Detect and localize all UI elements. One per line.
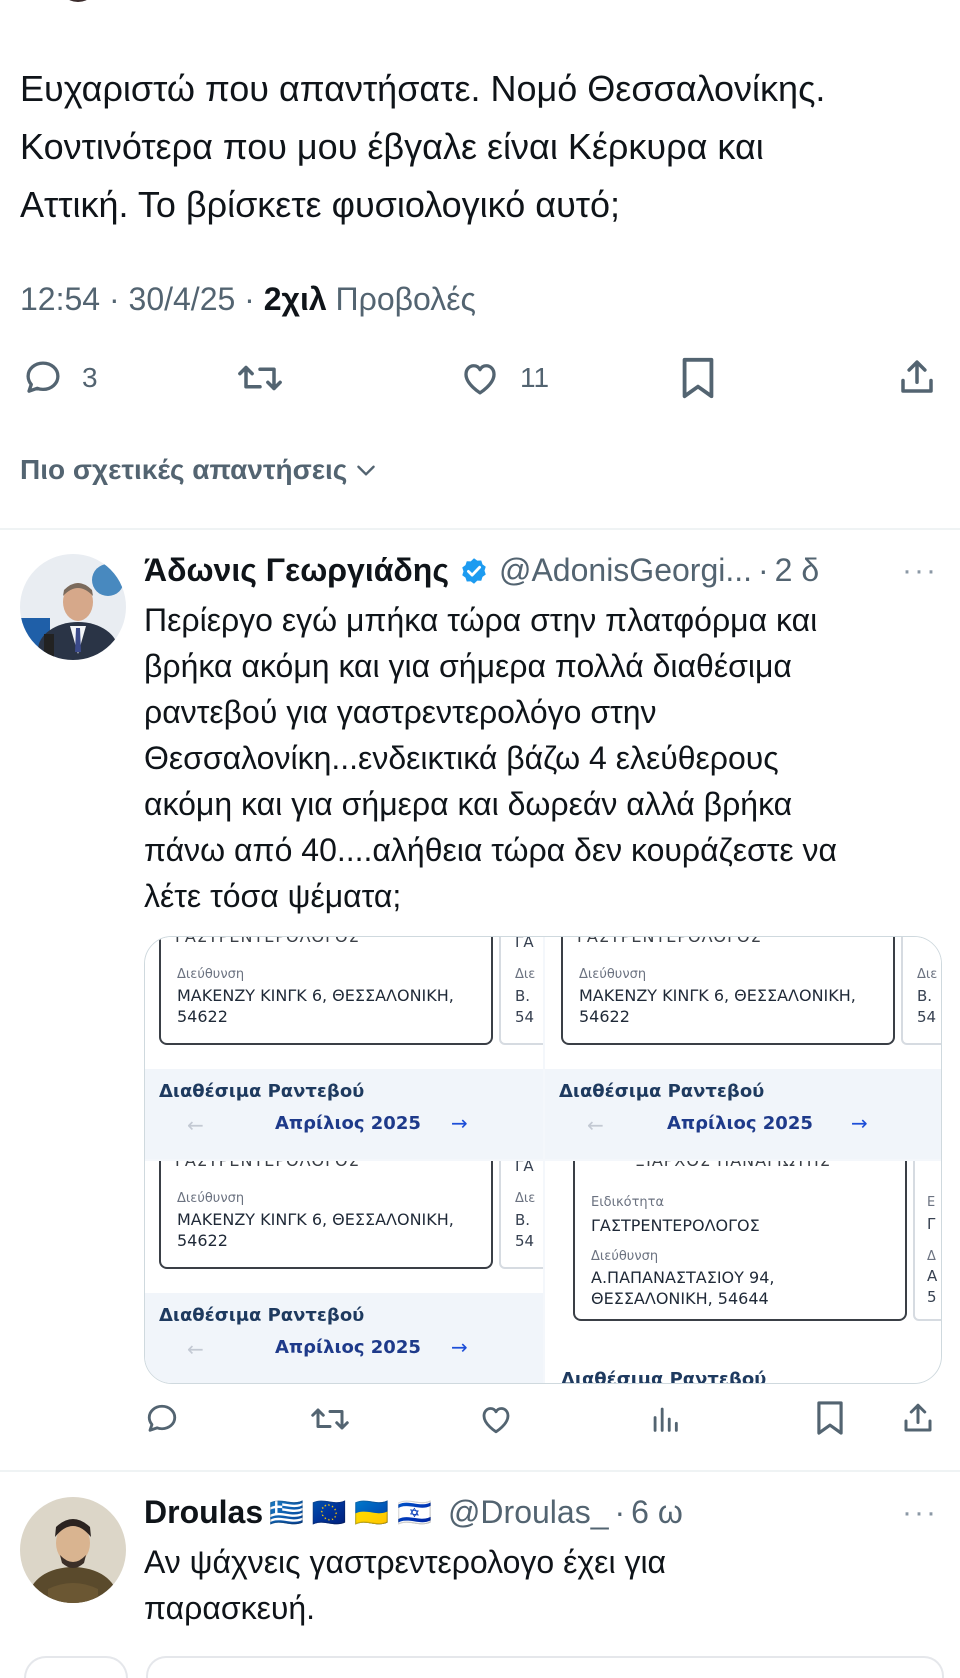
chevron-down-icon xyxy=(357,465,376,476)
arrow-right-icon: → xyxy=(851,1111,868,1135)
share-icon xyxy=(904,1403,932,1432)
tweet-text: Ευχαριστώ που απαντήσατε. Νομό Θεσσαλονί… xyxy=(20,60,940,234)
avatar-photo xyxy=(20,1497,126,1603)
reply-text-line: Θεσσαλονίκη...ενδεικτικά βάζω 4 ελεύθερο… xyxy=(144,740,779,776)
share-button[interactable] xyxy=(896,355,938,399)
user-handle[interactable]: @Droulas_ xyxy=(448,1494,609,1531)
screenshot-image[interactable]: ΓΑΣΤΡΕΝΤΕΡΟΛΟΓΟΣ Διεύθυνση ΜΑΚΕΝΖΥ ΚΙΝΓΚ… xyxy=(545,937,941,1159)
doctor-card: ΞΙΑΡΧΟΣ ΠΑΝΑΓΙΩΤΗΣ Ειδικότητα ΓΑΣΤΡΕΝΤΕΡ… xyxy=(573,1161,907,1321)
previous-avatar-edge xyxy=(58,0,98,2)
heart-icon xyxy=(482,1407,510,1434)
bookmark-button[interactable] xyxy=(678,355,718,401)
like-count: 11 xyxy=(520,362,550,393)
reply-icon xyxy=(147,1404,177,1432)
reply-text-line: ακόμη και για σήμερα και δωρεάν αλλά βρή… xyxy=(144,786,793,822)
like-button[interactable]: 11 xyxy=(458,357,549,399)
next-reply-edge xyxy=(146,1656,944,1678)
retweet-button[interactable] xyxy=(308,1401,352,1437)
doctor-card-peek: Διε Β. 54 xyxy=(901,937,941,1045)
reply-text: Αν ψάχνεις γαστρεντερολογο έχει για παρα… xyxy=(144,1539,666,1631)
reply-text-line: λέτε τόσα ψέματα; xyxy=(144,878,402,914)
doctor-card-peek: Ε Γ Δ Α 5 xyxy=(913,1161,941,1321)
reply-header: Άδωνις Γεωργιάδης @AdonisGeorgi... · 2 δ xyxy=(144,552,819,589)
screenshot-image[interactable]: ΓΑΣΤΡΕΝΤΕΡΟΛΟΓΟΣ Διεύθυνση ΜΑΚΕΝΖΥ ΚΙΝΓΚ… xyxy=(145,1161,543,1383)
reply-text: Περίεργο εγώ μπήκα τώρα στην πλατφόρμα κ… xyxy=(144,597,837,919)
screenshot-image[interactable]: ΓΑΣΤΡΕΝΤΕΡΟΛΟΓΟΣ Διεύθυνση ΜΑΚΕΝΖΥ ΚΙΝΓΚ… xyxy=(145,937,543,1159)
avatar[interactable] xyxy=(20,1497,126,1603)
user-handle[interactable]: @AdonisGeorgi... xyxy=(499,552,752,589)
views-button[interactable] xyxy=(648,1401,682,1437)
dot-separator: · xyxy=(614,1494,626,1530)
share-icon xyxy=(901,360,933,393)
tweet-action-bar: 3 11 xyxy=(0,355,960,405)
dot-separator: · xyxy=(758,552,769,588)
reply-text-line: βρήκα ακόμη και για σήμερα πολλά διαθέσι… xyxy=(144,648,792,684)
tweet-text-line: Ευχαριστώ που απαντήσατε. Νομό Θεσσαλονί… xyxy=(20,68,826,109)
avatar[interactable] xyxy=(20,554,126,660)
section-divider xyxy=(0,1470,960,1472)
retweet-icon xyxy=(238,365,282,391)
reply-button[interactable] xyxy=(144,1401,180,1437)
retweet-button[interactable] xyxy=(234,357,286,399)
reply-text-line: Περίεργο εγώ μπήκα τώρα στην πλατφόρμα κ… xyxy=(144,602,818,638)
section-divider xyxy=(0,528,960,530)
flag-emojis: 🇬🇷 🇪🇺 🇺🇦 🇮🇱 xyxy=(269,1497,432,1528)
views-label: Προβολές xyxy=(335,281,476,317)
arrow-left-icon: ← xyxy=(587,1113,604,1137)
display-name[interactable]: Άδωνις Γεωργιάδης xyxy=(144,552,449,589)
reply-time[interactable]: 2 δ xyxy=(775,552,820,589)
display-name[interactable]: Droulas xyxy=(144,1494,263,1531)
share-button[interactable] xyxy=(900,1399,936,1437)
relevant-replies-label: Πιο σχετικές απαντήσεις xyxy=(20,454,348,485)
reply-button[interactable]: 3 xyxy=(22,357,98,399)
tweet-date[interactable]: 30/4/25 xyxy=(129,281,236,317)
reply-text-line: παρασκευή. xyxy=(144,1590,316,1626)
analytics-icon xyxy=(653,1407,678,1432)
reply-action-bar xyxy=(0,1399,960,1443)
doctor-card-peek: ΓΑ Διε Β. 54 xyxy=(499,937,543,1045)
doctor-card-peek: ΓΑ Διε Β. 54 xyxy=(499,1161,543,1269)
arrow-right-icon: → xyxy=(451,1335,468,1359)
like-button[interactable] xyxy=(478,1401,514,1437)
tweet-text-line: Αττική. Το βρίσκετε φυσιολογικό αυτό; xyxy=(20,184,620,225)
reply-time[interactable]: 6 ω xyxy=(631,1494,683,1531)
reply-text-line: Αν ψάχνεις γαστρεντερολογο έχει για xyxy=(144,1544,667,1580)
bookmark-button[interactable] xyxy=(814,1399,846,1437)
views-count: 2χιλ xyxy=(263,281,327,317)
reply-icon xyxy=(26,361,60,393)
relevant-replies-toggle[interactable]: Πιο σχετικές απαντήσεις xyxy=(20,454,379,486)
avatar-photo xyxy=(20,554,126,660)
reply-text-line: πάνω από 40....αλήθεια τώρα δεν κουράζεσ… xyxy=(144,832,838,868)
verified-badge-icon xyxy=(462,557,486,584)
bookmark-icon xyxy=(682,357,714,399)
more-options-icon[interactable]: ··· xyxy=(902,554,938,588)
arrow-right-icon: → xyxy=(451,1111,468,1135)
tweet-text-line: Κοντινότερα που μου έβγαλε είναι Κέρκυρα… xyxy=(20,126,764,167)
media-grid[interactable]: ΓΑΣΤΡΕΝΤΕΡΟΛΟΓΟΣ Διεύθυνση ΜΑΚΕΝΖΥ ΚΙΝΓΚ… xyxy=(144,936,942,1384)
reply-count: 3 xyxy=(82,362,98,393)
doctor-card: ΓΑΣΤΡΕΝΤΕΡΟΛΟΓΟΣ Διεύθυνση ΜΑΚΕΝΖΥ ΚΙΝΓΚ… xyxy=(159,937,493,1045)
heart-icon xyxy=(464,364,496,395)
tweet-meta: 12:54 · 30/4/25 · 2χιλ Προβολές xyxy=(20,281,476,317)
more-options-icon[interactable]: ··· xyxy=(902,1496,938,1530)
reply-text-line: ραντεβού για γαστρεντερολόγο στην xyxy=(144,694,657,730)
reply-header: Droulas 🇬🇷 🇪🇺 🇺🇦 🇮🇱 @Droulas_ · 6 ω xyxy=(144,1494,683,1531)
next-avatar-edge xyxy=(24,1656,128,1678)
arrow-left-icon: ← xyxy=(187,1113,204,1137)
screenshot-image[interactable]: ΞΙΑΡΧΟΣ ΠΑΝΑΓΙΩΤΗΣ Ειδικότητα ΓΑΣΤΡΕΝΤΕΡ… xyxy=(545,1161,941,1383)
doctor-card: ΓΑΣΤΡΕΝΤΕΡΟΛΟΓΟΣ Διεύθυνση ΜΑΚΕΝΖΥ ΚΙΝΓΚ… xyxy=(561,937,895,1045)
bookmark-icon xyxy=(817,1401,843,1435)
arrow-left-icon: ← xyxy=(187,1337,204,1361)
doctor-card: ΓΑΣΤΡΕΝΤΕΡΟΛΟΓΟΣ Διεύθυνση ΜΑΚΕΝΖΥ ΚΙΝΓΚ… xyxy=(159,1161,493,1269)
retweet-icon xyxy=(311,1408,349,1430)
tweet-time[interactable]: 12:54 xyxy=(20,281,100,317)
